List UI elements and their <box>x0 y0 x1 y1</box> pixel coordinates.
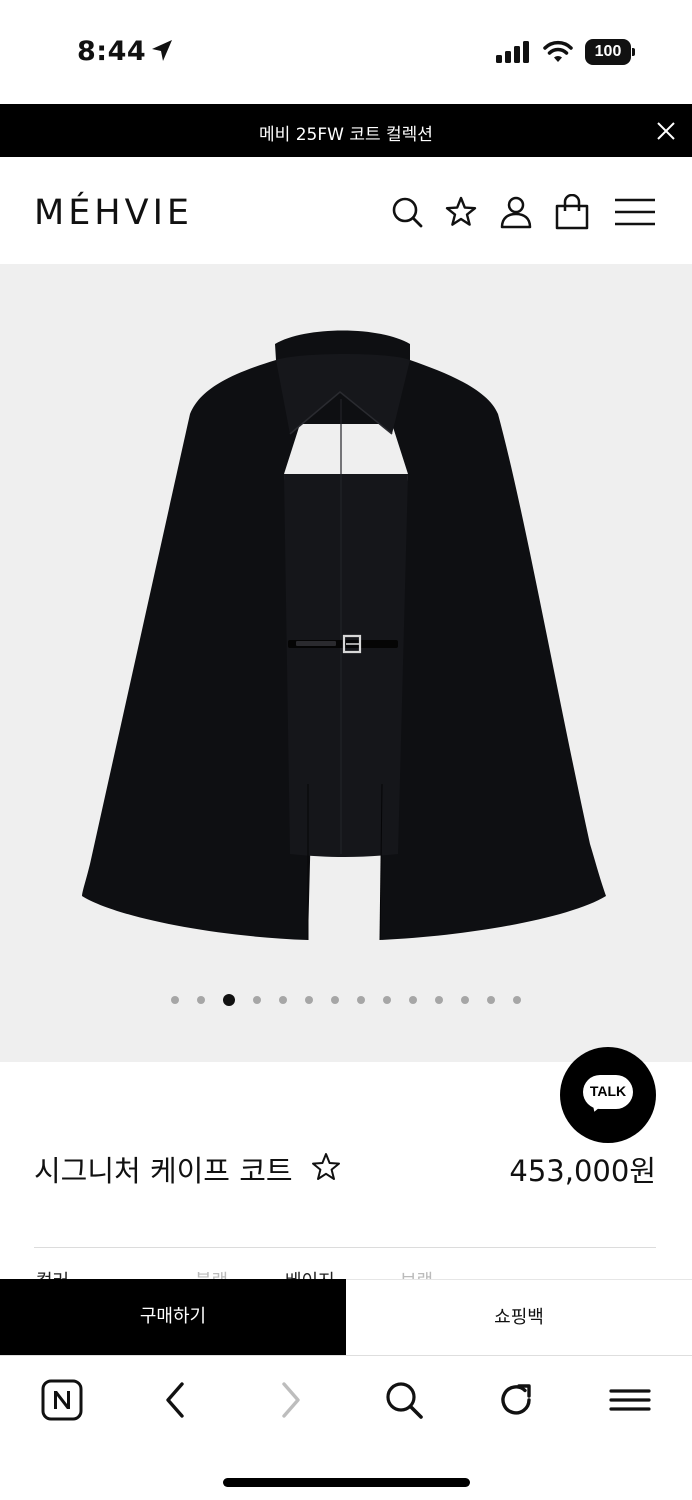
battery-level: 100 <box>585 39 631 65</box>
forward-icon <box>282 1382 300 1418</box>
gallery-dot[interactable] <box>305 996 313 1004</box>
browser-toolbar <box>0 1355 692 1500</box>
menu-icon[interactable] <box>613 194 657 230</box>
shopping-bag-icon[interactable] <box>554 194 590 230</box>
menu-icon[interactable] <box>608 1378 652 1422</box>
gallery-pagination[interactable] <box>0 993 692 1007</box>
gallery-dot[interactable] <box>357 996 365 1004</box>
home-indicator <box>223 1478 470 1487</box>
back-icon[interactable] <box>154 1378 198 1422</box>
product-price: 453,000원 <box>509 1154 656 1188</box>
search-icon[interactable] <box>382 1378 426 1422</box>
gallery-dot[interactable] <box>223 994 235 1006</box>
gallery-dot[interactable] <box>513 996 521 1004</box>
gallery-dot[interactable] <box>197 996 205 1004</box>
product-image-gallery[interactable] <box>0 264 692 1062</box>
options-row: 컬러 블랙 베이지 브랙 <box>0 1263 692 1279</box>
cellular-signal-icon <box>496 41 529 63</box>
gallery-dot[interactable] <box>253 996 261 1004</box>
add-to-bag-button[interactable]: 쇼핑백 <box>346 1279 692 1355</box>
option-label-color: 컬러 <box>36 1267 69 1279</box>
gallery-dot[interactable] <box>171 996 179 1004</box>
buy-button[interactable]: 구매하기 <box>0 1279 346 1355</box>
talk-icon[interactable]: TALK <box>583 1075 633 1109</box>
close-icon[interactable] <box>656 121 676 141</box>
gallery-dot[interactable] <box>279 996 287 1004</box>
gallery-dot[interactable] <box>461 996 469 1004</box>
brand-logo[interactable]: MÉHVIE <box>34 193 193 233</box>
gallery-dot[interactable] <box>435 996 443 1004</box>
status-time: 8:44 <box>77 36 147 67</box>
divider <box>34 1247 656 1248</box>
gallery-dot[interactable] <box>409 996 417 1004</box>
wishlist-star-icon[interactable] <box>310 1151 342 1183</box>
location-arrow-icon <box>152 40 172 61</box>
option-value-color[interactable]: 블랙 <box>195 1267 228 1279</box>
refresh-icon[interactable] <box>494 1378 538 1422</box>
account-icon[interactable] <box>499 194 533 230</box>
option-label-2: 베이지 <box>285 1267 335 1279</box>
star-icon[interactable] <box>444 194 478 230</box>
announcement-text[interactable]: 메비 25FW 코트 컬렉션 <box>0 120 692 145</box>
battery-icon: 100 <box>585 39 635 65</box>
gallery-dot[interactable] <box>331 996 339 1004</box>
product-name: 시그니처 케이프 코트 <box>34 1154 293 1188</box>
talk-label: TALK <box>589 1083 627 1099</box>
site-header: MÉHVIE <box>0 157 692 264</box>
wifi-icon <box>543 40 573 62</box>
gallery-dot[interactable] <box>383 996 391 1004</box>
search-icon[interactable] <box>390 194 424 230</box>
announcement-bar[interactable]: 메비 25FW 코트 컬렉션 <box>0 104 692 157</box>
naver-icon[interactable] <box>40 1378 84 1422</box>
gallery-dot[interactable] <box>487 996 495 1004</box>
talk-chat-button[interactable]: TALK <box>560 1047 656 1143</box>
status-bar: 8:44 100 <box>0 0 692 104</box>
product-image[interactable] <box>0 264 692 1062</box>
option-value-2[interactable]: 브랙 <box>400 1267 433 1279</box>
